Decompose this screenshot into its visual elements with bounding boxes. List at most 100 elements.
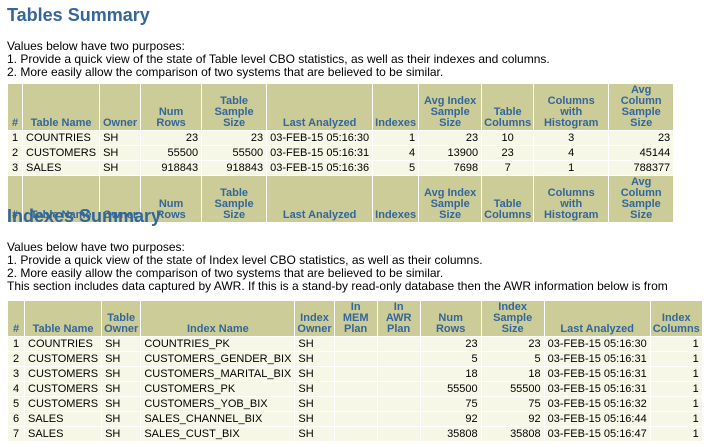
index-columns-cell: 1 [650, 367, 702, 381]
row-number: 3 [8, 367, 24, 381]
num-rows-cell: 55500 [420, 382, 481, 396]
num-rows-cell: 23 [141, 131, 202, 145]
last-analyzed-cell: 03-FEB-15 05:16:47 [544, 427, 650, 441]
index-name-cell: COUNTRIES_PK [141, 337, 295, 351]
intro-line: This section includes data captured by A… [7, 279, 668, 293]
col-header: # [8, 84, 22, 130]
sample-size-cell: 18 [481, 367, 544, 381]
table-columns-cell: 23 [482, 146, 534, 160]
col-header: Table Name [25, 301, 102, 336]
index-name-cell: SALES_CUST_BIX [141, 427, 295, 441]
num-rows-cell: 55500 [141, 146, 202, 160]
col-header: Avg Column Sample Size [609, 84, 674, 130]
num-rows-cell: 23 [420, 337, 481, 351]
in-mem-plan-cell [334, 412, 377, 426]
col-header: In AWR Plan [377, 301, 420, 336]
index-owner-cell: SH [295, 382, 334, 396]
index-name-cell: SALES_CHANNEL_BIX [141, 412, 295, 426]
col-header: Last Analyzed [267, 84, 373, 130]
index-columns-cell: 1 [650, 352, 702, 366]
indexes-summary-intro: Values below have two purposes: 1. Provi… [7, 241, 668, 293]
row-number: 5 [8, 397, 24, 411]
in-awr-plan-cell [377, 382, 420, 396]
in-awr-plan-cell [377, 352, 420, 366]
col-header: Indexes [373, 84, 419, 130]
table-columns-cell: 7 [482, 161, 534, 175]
avg-column-sample-cell: 788377 [609, 161, 674, 175]
row-number: 4 [8, 382, 24, 396]
tables-summary-table: # Table Name Owner Num Rows Table Sample… [7, 83, 675, 223]
table-row: 3 CUSTOMERS SH CUSTOMERS_MARITAL_BIX SH … [8, 367, 702, 381]
table-name-cell: CUSTOMERS [23, 146, 100, 160]
table-name-cell: CUSTOMERS [25, 367, 102, 381]
table-name-cell: CUSTOMERS [25, 397, 102, 411]
col-header: Table Columns [482, 84, 534, 130]
in-awr-plan-cell [377, 427, 420, 441]
col-header: Index Name [141, 301, 295, 336]
col-header: Table Name [23, 84, 100, 130]
col-header: Index Columns [650, 301, 702, 336]
indexes-summary-table: # Table Name Table Owner Index Name Inde… [7, 300, 703, 442]
index-columns-cell: 1 [650, 412, 702, 426]
table-row: 7 SALES SH SALES_CUST_BIX SH 35808 35808… [8, 427, 702, 441]
table-owner-cell: SH [102, 382, 141, 396]
indexes-cell: 5 [373, 161, 419, 175]
avg-index-sample-cell: 13900 [419, 146, 482, 160]
num-rows-cell: 35808 [420, 427, 481, 441]
table-row: 1 COUNTRIES SH COUNTRIES_PK SH 23 23 03-… [8, 337, 702, 351]
avg-column-sample-cell: 45144 [609, 146, 674, 160]
last-analyzed-cell: 03-FEB-15 05:16:36 [267, 161, 373, 175]
col-header: Columns with Histogram [534, 84, 609, 130]
last-analyzed-cell: 03-FEB-15 05:16:31 [267, 146, 373, 160]
num-rows-cell: 75 [420, 397, 481, 411]
index-owner-cell: SH [295, 427, 334, 441]
last-analyzed-cell: 03-FEB-15 05:16:44 [544, 412, 650, 426]
sample-size-cell: 5 [481, 352, 544, 366]
row-number: 1 [8, 337, 24, 351]
in-mem-plan-cell [334, 337, 377, 351]
owner-cell: SH [100, 146, 141, 160]
table-row: 2 CUSTOMERS SH 55500 55500 03-FEB-15 05:… [8, 146, 674, 160]
table-row: 1 COUNTRIES SH 23 23 03-FEB-15 05:16:30 … [8, 131, 674, 145]
col-header: Table Sample Size [202, 176, 267, 222]
table-name-cell: SALES [23, 161, 100, 175]
index-owner-cell: SH [295, 412, 334, 426]
table-name-cell: SALES [25, 427, 102, 441]
num-rows-cell: 5 [420, 352, 481, 366]
owner-cell: SH [100, 131, 141, 145]
index-owner-cell: SH [295, 397, 334, 411]
sample-size-cell: 55500 [481, 382, 544, 396]
tables-summary-intro: Values below have two purposes: 1. Provi… [7, 40, 550, 79]
num-rows-cell: 92 [420, 412, 481, 426]
sample-size-cell: 23 [481, 337, 544, 351]
table-row: 6 SALES SH SALES_CHANNEL_BIX SH 92 92 03… [8, 412, 702, 426]
owner-cell: SH [100, 161, 141, 175]
col-header: Indexes [373, 176, 419, 222]
indexes-summary-heading: Indexes Summary [7, 206, 162, 226]
table-owner-cell: SH [102, 367, 141, 381]
col-header: Table Owner [102, 301, 141, 336]
in-awr-plan-cell [377, 367, 420, 381]
col-header: Last Analyzed [544, 301, 650, 336]
col-header: Table Sample Size [202, 84, 267, 130]
sample-size-cell: 918843 [202, 161, 267, 175]
row-number: 2 [8, 146, 22, 160]
tables-summary-heading: Tables Summary [7, 5, 150, 25]
col-header: Columns with Histogram [534, 176, 609, 222]
table-owner-cell: SH [102, 412, 141, 426]
index-owner-cell: SH [295, 367, 334, 381]
sample-size-cell: 35808 [481, 427, 544, 441]
index-columns-cell: 1 [650, 337, 702, 351]
table-owner-cell: SH [102, 427, 141, 441]
intro-line: 2. More easily allow the comparison of t… [7, 65, 444, 79]
table-row: 2 CUSTOMERS SH CUSTOMERS_GENDER_BIX SH 5… [8, 352, 702, 366]
index-columns-cell: 1 [650, 382, 702, 396]
col-header: Owner [100, 84, 141, 130]
sample-size-cell: 92 [481, 412, 544, 426]
table-row: 3 SALES SH 918843 918843 03-FEB-15 05:16… [8, 161, 674, 175]
in-mem-plan-cell [334, 397, 377, 411]
row-number: 3 [8, 161, 22, 175]
col-header: Avg Column Sample Size [609, 176, 674, 222]
last-analyzed-cell: 03-FEB-15 05:16:32 [544, 397, 650, 411]
index-columns-cell: 1 [650, 397, 702, 411]
